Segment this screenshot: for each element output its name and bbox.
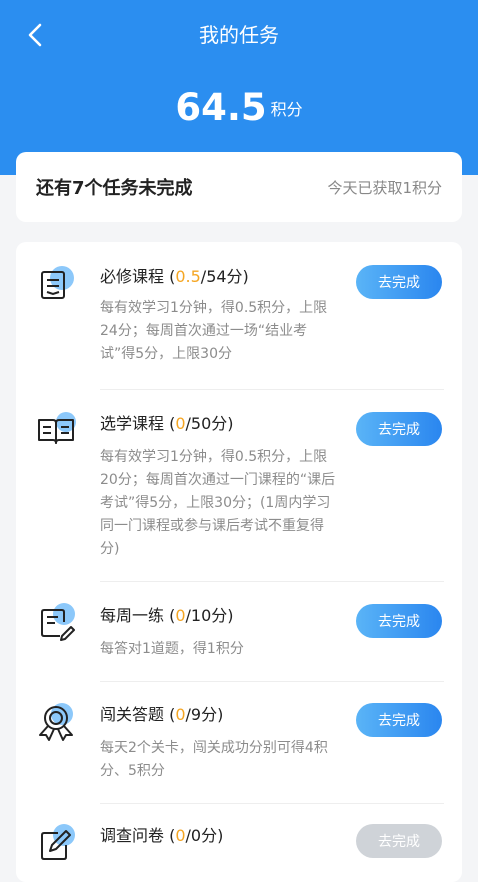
go-complete-button-disabled[interactable]: 去完成 [356,824,442,858]
go-complete-button[interactable]: 去完成 [356,703,442,737]
task-title: 调查问卷 (0/0分) [100,826,224,845]
task-title: 选学课程 (0/50分) [100,414,234,433]
document-icon [41,266,74,299]
task-description: 每有效学习1分钟，得0.5积分，上限24分；每周首次通过一场“结业考试”得5分，… [100,300,328,362]
go-complete-button[interactable]: 去完成 [356,265,442,299]
header-bar: 我的任务 64.5 积分 [0,0,478,175]
divider [100,681,444,682]
points-value: 64.5 [175,86,267,129]
go-complete-button[interactable]: 去完成 [356,604,442,638]
task-description: 每有效学习1分钟，得0.5积分，上限20分；每周首次通过一门课程的“课后考试”得… [100,449,336,557]
divider [100,803,444,804]
task-title: 必修课程 (0.5/54分) [100,267,249,286]
today-points-text: 今天已获取1积分 [327,178,442,197]
task-list: 必修课程 (0.5/54分) 每有效学习1分钟，得0.5积分，上限24分；每周首… [16,242,462,882]
task-title: 闯关答题 (0/9分) [100,705,224,724]
task-description: 每天2个关卡，闯关成功分别可得4积分、5积分 [100,740,328,779]
medal-icon [39,703,73,741]
points-unit: 积分 [270,99,303,119]
task-title: 每周一练 (0/10分) [100,606,234,625]
go-complete-button[interactable]: 去完成 [356,412,442,446]
divider [100,581,444,582]
task-description: 每答对1道题，得1积分 [100,641,244,657]
edit-note-icon [41,603,75,641]
book-icon [38,412,76,444]
points-display: 64.5 积分 [0,86,478,129]
task-summary-card: 还有7个任务未完成 今天已获取1积分 [16,152,462,222]
page-title: 我的任务 [199,23,279,47]
pencil-survey-icon [41,824,75,860]
remaining-tasks-text: 还有7个任务未完成 [36,178,193,199]
divider [100,389,444,390]
